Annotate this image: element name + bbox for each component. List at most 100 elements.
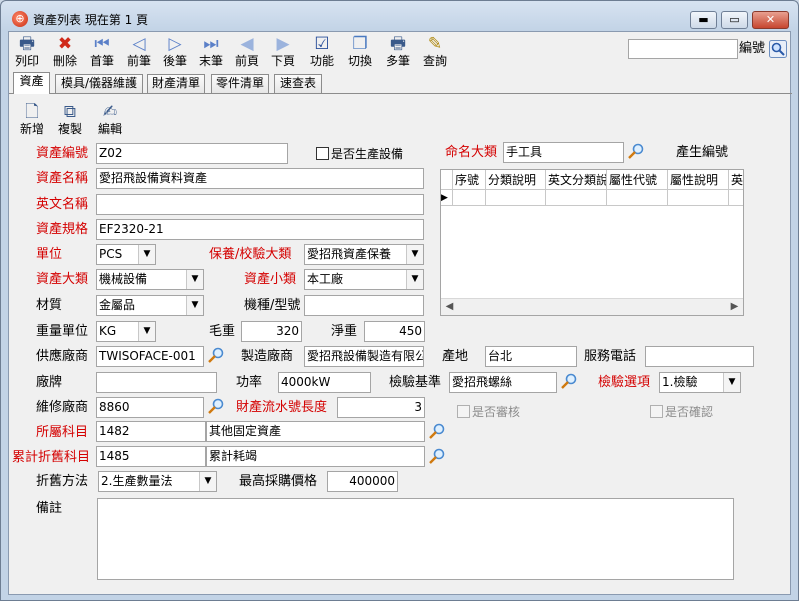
unit-select[interactable]: PCS ▼ [96, 244, 156, 265]
net-weight-input[interactable]: 450 [364, 321, 425, 342]
grid-col-attribute-code[interactable]: 屬性代號 [607, 170, 668, 190]
switch-icon: ❐ [352, 34, 368, 54]
grid-col-attribute-desc[interactable]: 屬性說明 [668, 170, 729, 190]
brand-input[interactable] [96, 372, 217, 393]
depreciation-subject-code-input[interactable]: 1485 [96, 446, 206, 467]
depreciation-subject-name-input[interactable]: 累計耗竭 [206, 446, 425, 467]
is-reviewed-checkbox[interactable]: 是否審核 [457, 405, 520, 419]
inspection-standard-label: 檢驗基準 [389, 375, 442, 390]
copy-button[interactable]: ⧉ 複製 [55, 102, 85, 138]
grid-col-seq[interactable]: 序號 [453, 170, 486, 190]
grid-cell[interactable] [453, 190, 486, 206]
chevron-down-icon[interactable]: ▼ [186, 270, 203, 289]
weight-unit-select[interactable]: KG ▼ [96, 321, 156, 342]
asset-major-select[interactable]: 機械設備 ▼ [96, 269, 204, 290]
grid-cell[interactable] [486, 190, 546, 206]
depreciation-subject-search-icon[interactable] [427, 447, 447, 467]
account-subject-search-icon[interactable] [427, 422, 447, 442]
supplier-input[interactable]: TWISOFACE-001 [96, 346, 204, 367]
asset-name-input[interactable]: 愛招飛設備資料資產 [96, 168, 424, 189]
service-phone-input[interactable] [645, 346, 754, 367]
code-search-input[interactable] [628, 39, 738, 59]
grid-col-category-desc[interactable]: 分類說明 [486, 170, 546, 190]
chevron-down-icon[interactable]: ▼ [199, 472, 216, 491]
origin-input[interactable]: 台北 [485, 346, 577, 367]
last-record-button[interactable]: ⏭ 末筆 [196, 34, 226, 72]
asset-no-input[interactable]: Z02 [96, 143, 288, 164]
inspection-option-select[interactable]: 1.檢驗 ▼ [659, 372, 741, 393]
prev-page-icon: ◀ [240, 34, 254, 54]
delete-button[interactable]: ✖ 刪除 [50, 34, 80, 72]
unit-label: 單位 [36, 247, 63, 262]
next-record-button[interactable]: ▷ 後筆 [160, 34, 190, 72]
max-price-input[interactable]: 400000 [327, 471, 398, 492]
inspection-standard-search-icon[interactable] [559, 372, 579, 392]
is-production-checkbox[interactable]: 是否生產設備 [316, 147, 403, 161]
account-subject-name-input[interactable]: 其他固定資產 [206, 421, 425, 442]
query-button[interactable]: ✎ 查詢 [420, 34, 450, 72]
tab-mold-instrument[interactable]: 模具/儀器維護 [55, 74, 143, 93]
code-search-label: 編號 [739, 41, 766, 56]
window-title: 資產列表 現在第 1 頁 [33, 13, 149, 27]
remarks-textarea[interactable] [97, 498, 734, 580]
english-name-input[interactable] [96, 194, 424, 215]
supplier-search-icon[interactable] [206, 346, 226, 366]
scroll-right-icon[interactable]: ▶ [726, 299, 743, 315]
maximize-button[interactable]: ▭ [721, 11, 748, 29]
grid-col-english[interactable]: 英 [729, 170, 743, 190]
tab-asset[interactable]: 資產 [13, 72, 50, 94]
chevron-down-icon[interactable]: ▼ [138, 322, 155, 341]
account-subject-code-input[interactable]: 1482 [96, 421, 206, 442]
material-select[interactable]: 金屬品 ▼ [96, 295, 204, 316]
search-icon[interactable] [769, 40, 787, 58]
table-row[interactable]: ▶ [441, 190, 743, 206]
maintenance-category-select[interactable]: 愛招飛資產保養 ▼ [304, 244, 424, 265]
manufacturer-input[interactable]: 愛招飛設備製造有限公 [304, 346, 424, 367]
next-page-button[interactable]: ▶ 下頁 [268, 34, 298, 72]
new-button[interactable]: 🗋 新增 [17, 102, 47, 138]
scroll-left-icon[interactable]: ◀ [441, 299, 458, 315]
depreciation-method-select[interactable]: 2.生產數量法 ▼ [98, 471, 217, 492]
grid-horizontal-scrollbar[interactable]: ◀ ▶ [441, 298, 743, 315]
power-input[interactable]: 4000kW [278, 372, 371, 393]
tab-property-list[interactable]: 財產清單 [147, 74, 205, 93]
chevron-down-icon[interactable]: ▼ [406, 245, 423, 264]
inspection-standard-input[interactable]: 愛招飛螺絲 [449, 372, 557, 393]
serial-length-label: 財產流水號長度 [236, 400, 328, 415]
asset-minor-select[interactable]: 本工廠 ▼ [304, 269, 424, 290]
close-button[interactable]: ✕ [752, 11, 789, 29]
grid-cell[interactable] [729, 190, 743, 206]
model-input[interactable] [304, 295, 424, 316]
repair-vendor-label: 維修廠商 [36, 400, 89, 415]
minimize-button[interactable]: ▬ [690, 11, 717, 29]
grid-cell[interactable] [668, 190, 729, 206]
naming-category-input[interactable]: 手工具 [503, 142, 624, 163]
prev-record-button[interactable]: ◁ 前筆 [124, 34, 154, 72]
weight-unit-label: 重量單位 [36, 324, 89, 339]
chevron-down-icon[interactable]: ▼ [723, 373, 740, 392]
repair-vendor-input[interactable]: 8860 [96, 397, 204, 418]
grid-cell[interactable] [546, 190, 607, 206]
multi-record-button[interactable]: 🖶 多筆 [383, 34, 413, 72]
gross-weight-input[interactable]: 320 [241, 321, 302, 342]
tab-quick-lookup[interactable]: 速查表 [274, 74, 322, 93]
origin-label: 產地 [442, 349, 469, 364]
chevron-down-icon[interactable]: ▼ [138, 245, 155, 264]
print-button[interactable]: 🖶 列印 [12, 34, 42, 72]
asset-spec-input[interactable]: EF2320-21 [96, 219, 424, 240]
tab-parts-list[interactable]: 零件清單 [211, 74, 269, 93]
function-button[interactable]: ☑ 功能 [307, 34, 337, 72]
chevron-down-icon[interactable]: ▼ [406, 270, 423, 289]
prev-page-button[interactable]: ◀ 前頁 [232, 34, 262, 72]
naming-category-search-icon[interactable] [626, 142, 646, 162]
grid-col-english-category[interactable]: 英文分類說 [546, 170, 607, 190]
edit-button[interactable]: ✍ 編輯 [95, 102, 125, 138]
switch-button[interactable]: ❐ 切換 [345, 34, 375, 72]
is-confirmed-checkbox[interactable]: 是否確認 [650, 405, 713, 419]
repair-vendor-search-icon[interactable] [206, 397, 226, 417]
chevron-down-icon[interactable]: ▼ [186, 296, 203, 315]
grid-cell[interactable] [607, 190, 668, 206]
first-record-button[interactable]: ⏮ 首筆 [87, 34, 117, 72]
serial-length-input[interactable]: 3 [337, 397, 425, 418]
depreciation-method-label: 折舊方法 [36, 474, 89, 489]
